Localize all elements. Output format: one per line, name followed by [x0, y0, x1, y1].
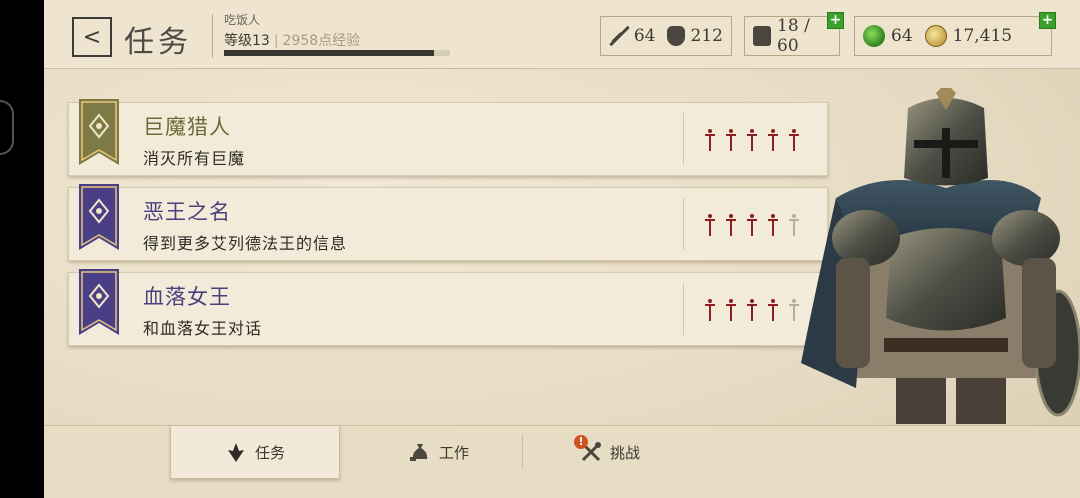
dagger-icon — [726, 214, 736, 236]
dagger-icon — [747, 129, 757, 151]
quest-title: 恶王之名 — [143, 200, 231, 224]
add-inventory-button[interactable]: + — [827, 12, 844, 29]
quest-description: 消灭所有巨魔 — [143, 149, 246, 168]
bottom-tab-bar: 任务 工作 ! 挑战 — [44, 425, 1080, 498]
screen-edge-handle — [0, 100, 14, 155]
gem-value: 64 — [891, 26, 913, 46]
tab-work-label: 工作 — [438, 443, 469, 462]
dagger-icon — [768, 129, 778, 151]
page-title: 任务 — [124, 25, 192, 60]
defense-value: 212 — [690, 26, 723, 46]
dagger-icon — [726, 299, 736, 321]
currency-box[interactable]: 64 17,415 + — [854, 12, 1056, 56]
dagger-icon — [747, 299, 757, 321]
quest-description: 得到更多艾列德法王的信息 — [143, 234, 348, 253]
chevron-left-icon: < — [82, 24, 102, 50]
combat-stats[interactable]: 64 212 — [600, 16, 732, 56]
gold-value: 17,415 — [952, 26, 1013, 46]
tab-challenge-label: 挑战 — [609, 443, 640, 462]
level-info: 等级13 | 2958点经验 — [224, 30, 360, 50]
tab-challenge[interactable]: ! 挑战 — [550, 426, 670, 478]
tab-quests[interactable]: 任务 — [170, 426, 340, 479]
armor-icon — [667, 26, 685, 46]
crossed-axes-icon: ! — [573, 435, 602, 463]
dagger-icon — [768, 299, 778, 321]
attack-value: 64 — [633, 26, 656, 46]
tab-separator — [522, 434, 523, 468]
quest-banner-icon — [79, 184, 119, 250]
xp-text: 2958点经验 — [282, 33, 361, 49]
quest-description: 和血落女王对话 — [143, 319, 263, 338]
sword-icon — [609, 25, 628, 47]
quest-divider — [683, 198, 684, 250]
challenge-alert-badge: ! — [573, 435, 588, 449]
quest-divider — [683, 113, 684, 165]
knight-character-image — [796, 88, 1080, 424]
dagger-icon — [747, 214, 757, 236]
xp-progress-fill — [224, 50, 435, 56]
quest-card[interactable]: 血落女王和血落女王对话 — [68, 269, 828, 346]
player-name: 吃饭人 — [224, 13, 261, 27]
level-separator: | — [273, 33, 279, 49]
inventory-capacity[interactable]: 18 / 60 + — [744, 12, 844, 56]
gem-icon — [863, 25, 885, 47]
dagger-icon — [726, 129, 736, 151]
header-divider — [212, 14, 213, 58]
dagger-icon — [705, 214, 715, 236]
tab-quests-label: 任务 — [254, 443, 285, 462]
quest-emblem-icon — [225, 441, 247, 463]
money-bag-icon — [409, 441, 431, 463]
header-bar: < 任务 吃饭人 等级13 | 2958点经验 64 212 18 / 60 + 6… — [44, 0, 1080, 69]
quest-card[interactable]: 巨魔猎人消灭所有巨魔 — [68, 99, 828, 176]
quest-title: 巨魔猎人 — [143, 115, 231, 139]
add-currency-button[interactable]: + — [1039, 12, 1056, 29]
dagger-icon — [705, 129, 715, 151]
back-button[interactable]: < — [72, 17, 112, 57]
quest-title: 血落女王 — [143, 285, 231, 309]
tab-work[interactable]: 工作 — [374, 426, 504, 478]
difficulty-rating — [705, 214, 799, 236]
dagger-icon — [768, 214, 778, 236]
quest-banner-icon — [79, 99, 119, 165]
quest-card[interactable]: 恶王之名得到更多艾列德法王的信息 — [68, 184, 828, 261]
xp-progress-bar — [224, 50, 450, 56]
difficulty-rating — [705, 299, 799, 321]
level-label: 等级13 — [224, 33, 270, 49]
bag-icon — [753, 26, 772, 46]
quest-banner-icon — [79, 269, 119, 335]
dagger-icon — [705, 299, 715, 321]
inventory-value: 18 / 60 — [777, 16, 810, 56]
quest-divider — [683, 283, 684, 335]
quest-screen: < 任务 吃饭人 等级13 | 2958点经验 64 212 18 / 60 + 6… — [44, 0, 1080, 498]
gold-coin-icon — [924, 25, 947, 47]
difficulty-rating — [705, 129, 799, 151]
